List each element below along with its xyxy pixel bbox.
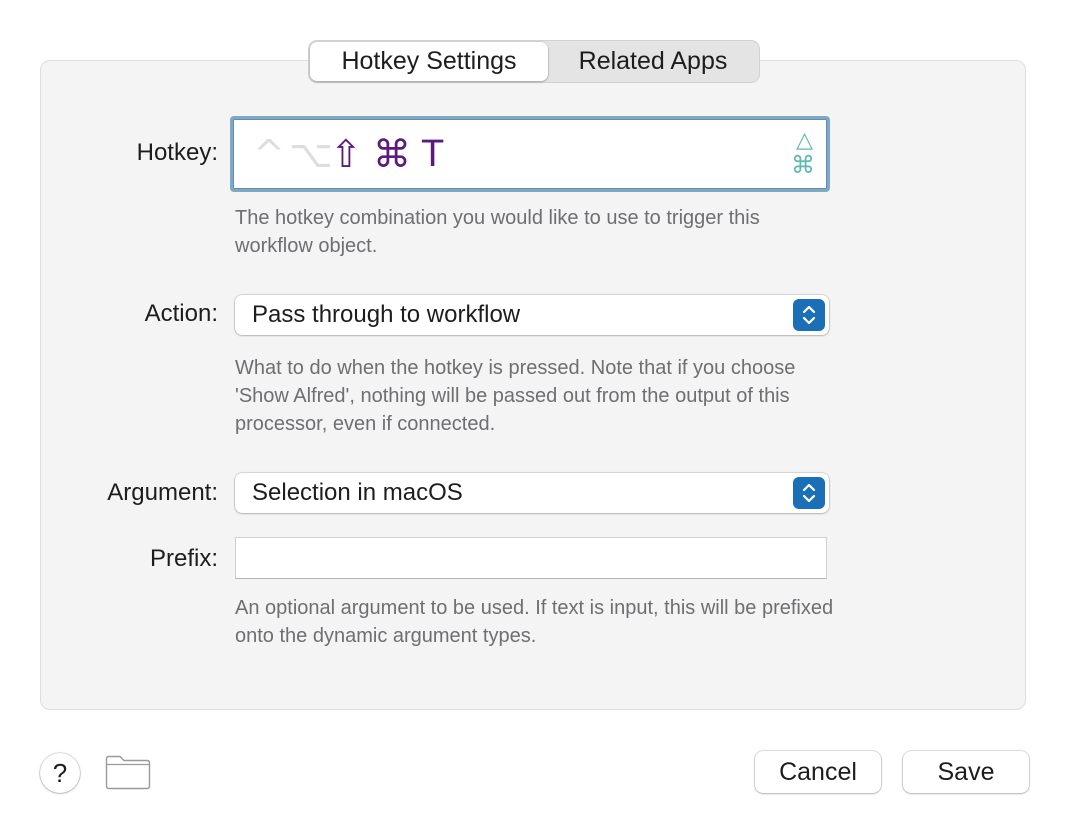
argument-selected-value: Selection in macOS (252, 479, 463, 506)
up-down-chevron-icon (793, 477, 825, 509)
question-mark-icon: ? (52, 757, 68, 788)
argument-label: Argument: (107, 479, 218, 506)
tab-bar: Hotkey Settings Related Apps (308, 40, 760, 83)
help-button[interactable]: ? (40, 753, 80, 793)
hotkey-help-text: The hotkey combination you would like to… (235, 207, 760, 257)
hotkey-editor-window: Hotkey Settings Related Apps Hotkey: ^ ⌥… (0, 0, 1068, 832)
cancel-button[interactable]: Cancel (755, 751, 881, 793)
shift-key-icon: ⇧ (330, 132, 362, 176)
option-key-icon: ⌥ (289, 132, 333, 176)
open-folder-button[interactable] (105, 754, 151, 790)
action-label: Action: (144, 300, 218, 327)
folder-icon (105, 755, 151, 790)
tab-related-apps[interactable]: Related Apps (548, 42, 758, 81)
hotkey-key-letter: T (421, 133, 445, 175)
save-button[interactable]: Save (903, 751, 1029, 793)
prefix-label: Prefix: (149, 545, 218, 572)
hotkey-field[interactable]: ^ ⌥ ⇧ ⌘ T △ ⌘ (230, 116, 830, 192)
action-select[interactable]: Pass through to workflow (235, 295, 829, 335)
action-selected-value: Pass through to workflow (252, 301, 521, 328)
hotkey-label: Hotkey: (136, 139, 218, 166)
action-help-text: What to do when the hotkey is pressed. N… (235, 357, 796, 435)
up-down-chevron-icon (793, 299, 825, 331)
triangle-icon[interactable]: △ (796, 129, 813, 151)
tab-hotkey-settings[interactable]: Hotkey Settings (310, 42, 548, 81)
argument-select[interactable]: Selection in macOS (235, 473, 829, 513)
prefix-input[interactable] (235, 537, 827, 579)
prefix-help-text: An optional argument to be used. If text… (235, 597, 834, 647)
command-key-icon: ⌘ (373, 132, 411, 176)
command-toggle-icon[interactable]: ⌘ (791, 153, 815, 179)
control-key-icon: ^ (253, 132, 285, 176)
